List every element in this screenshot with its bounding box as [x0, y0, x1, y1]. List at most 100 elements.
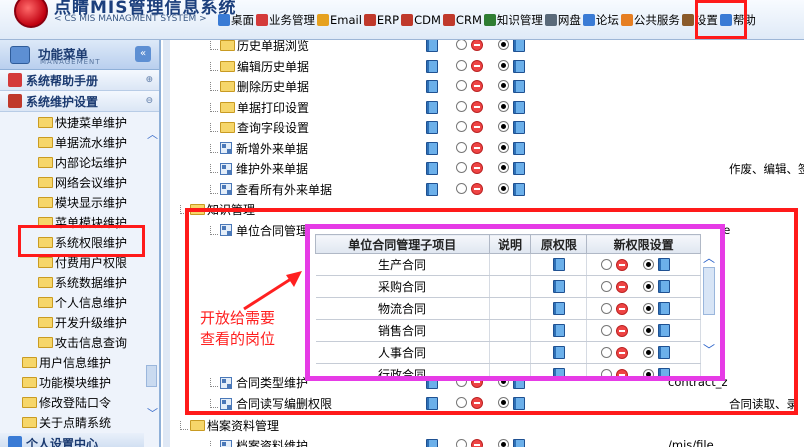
permission-radio[interactable] [456, 59, 467, 71]
sidebar-item[interactable]: 单据流水维护 [0, 132, 159, 152]
sidebar-group-help[interactable]: 系统帮助手册 ⊕ [0, 70, 159, 91]
permission-radio[interactable] [601, 303, 613, 314]
sidebar-item[interactable]: 修改登陆口令 [0, 392, 159, 412]
nav-knowledge[interactable]: 知识管理 [483, 12, 543, 28]
panel-scrollbar[interactable]: ︿ ﹀ [701, 249, 717, 359]
sidebar-group-personal[interactable]: 个人设置中心 [0, 433, 159, 447]
permission-radio[interactable] [498, 162, 509, 173]
scroll-thumb[interactable] [703, 267, 715, 315]
scroll-down-icon[interactable]: ﹀ [147, 405, 158, 421]
sidebar-item[interactable]: 用户信息维护 [0, 352, 159, 372]
old-permission-cell [530, 341, 588, 364]
deny-icon[interactable] [471, 100, 483, 113]
permission-radio[interactable] [456, 439, 467, 447]
permission-radio[interactable] [643, 347, 655, 358]
sidebar-item[interactable]: 关于点睛系统 [0, 412, 159, 432]
deny-icon[interactable] [616, 347, 629, 359]
permission-radio[interactable] [456, 121, 467, 132]
nav-grid[interactable]: 业务管理 [256, 12, 315, 28]
permission-radio[interactable] [456, 80, 467, 91]
deny-icon[interactable] [616, 325, 629, 337]
sidebar-item[interactable]: 功能模块维护 [0, 372, 159, 392]
scroll-up-icon[interactable]: ︿ [703, 249, 715, 266]
nav-forum[interactable]: 论坛 [582, 12, 619, 28]
permission-radio[interactable] [456, 100, 467, 112]
permission-radio[interactable] [498, 40, 509, 50]
nav-email[interactable]: Email [317, 13, 362, 27]
sidebar-item[interactable]: 系统数据维护 [0, 272, 159, 292]
deny-icon[interactable] [616, 303, 629, 315]
service-icon [620, 14, 633, 26]
scroll-thumb[interactable] [146, 365, 157, 387]
permission-radio[interactable] [498, 121, 509, 132]
deny-icon[interactable] [616, 259, 629, 271]
tree-row[interactable]: 删除历史单据 [163, 77, 804, 97]
collapse-icon[interactable]: ⊖ [145, 96, 153, 106]
deny-icon[interactable] [471, 141, 483, 154]
nav-disk[interactable]: 网盘 [544, 12, 581, 28]
deny-icon[interactable] [471, 439, 483, 447]
deny-icon[interactable] [471, 182, 483, 195]
sidebar-scrollbar[interactable]: ︿ ﹀ [144, 120, 159, 447]
collapse-sidebar-button[interactable]: « [135, 46, 151, 62]
sidebar-item[interactable]: 开发升级维护 [0, 312, 159, 332]
tree-row[interactable]: 新增外来单据 [163, 139, 804, 159]
permission-radio[interactable] [643, 259, 655, 270]
permission-radio[interactable] [498, 80, 509, 91]
nav-cdm[interactable]: CDM [401, 13, 441, 27]
permission-radio[interactable] [498, 439, 509, 447]
nav-crm[interactable]: CRM [442, 13, 482, 27]
permission-radio[interactable] [498, 59, 509, 71]
tree-row[interactable]: 维护外来单据 作废、编辑、签 [163, 159, 804, 179]
sidebar-group-maintenance[interactable]: 系统维护设置 ⊖ [0, 91, 159, 112]
tree-label: 查看所有外来单据 [236, 182, 333, 197]
permission-radio[interactable] [643, 281, 655, 292]
sidebar-item[interactable]: 快捷菜单维护 [0, 112, 159, 132]
deny-icon[interactable] [471, 80, 483, 92]
nav-erp[interactable]: ERP [363, 13, 399, 27]
permission-radio[interactable] [601, 259, 613, 270]
tree-row[interactable]: 档案资料维护/mis/file [163, 436, 804, 447]
scroll-up-icon[interactable]: ︿ [147, 126, 158, 142]
permission-radio[interactable] [643, 303, 655, 314]
tree-row-note: /mis/file [668, 438, 714, 447]
permission-radio[interactable] [498, 100, 509, 112]
expand-icon[interactable]: ⊕ [145, 75, 153, 85]
tree-row[interactable]: 查询字段设置 [163, 118, 804, 138]
nav-desktop[interactable]: 桌面 [218, 12, 254, 28]
col-header-new: 新权限设置 [586, 234, 701, 254]
tree-row[interactable]: 编辑历史单据 [163, 57, 804, 77]
sidebar-item[interactable]: 攻击信息查询 [0, 332, 159, 352]
permission-radio[interactable] [456, 162, 467, 173]
permission-radio[interactable] [456, 40, 467, 50]
permission-radio[interactable] [601, 281, 613, 292]
tree-row[interactable]: 单据打印设置 [163, 98, 804, 118]
sidebar-item[interactable]: 模块显示维护 [0, 192, 159, 212]
permission-radio[interactable] [643, 325, 655, 336]
sidebar-item[interactable]: 网络会议维护 [0, 172, 159, 192]
deny-icon[interactable] [616, 369, 629, 376]
permission-radio[interactable] [456, 141, 467, 153]
nav-service[interactable]: 公共服务 [620, 12, 680, 28]
tree-row[interactable]: 历史单据浏览 [163, 40, 804, 56]
tree-row[interactable]: 档案资料管理 [163, 416, 804, 436]
scroll-down-icon[interactable]: ﹀ [703, 341, 715, 358]
sidebar-item[interactable]: 个人信息维护 [0, 292, 159, 312]
contract-desc-cell [489, 341, 532, 364]
permission-radio[interactable] [601, 325, 613, 336]
permission-book-icon [658, 324, 671, 337]
deny-icon[interactable] [616, 281, 629, 293]
permission-radio[interactable] [601, 369, 613, 376]
permission-radio[interactable] [643, 369, 655, 376]
permission-radio[interactable] [498, 141, 509, 153]
permission-radio[interactable] [601, 347, 613, 358]
sidebar-item[interactable]: 内部论坛维护 [0, 152, 159, 172]
permission-radio[interactable] [498, 182, 509, 194]
deny-icon[interactable] [471, 121, 483, 133]
deny-icon[interactable] [471, 40, 483, 51]
permission-radio[interactable] [456, 182, 467, 194]
tree-row[interactable]: 查看所有外来单据 [163, 180, 804, 200]
deny-icon[interactable] [471, 162, 483, 174]
new-permission-cell [586, 341, 701, 364]
deny-icon[interactable] [471, 59, 483, 72]
